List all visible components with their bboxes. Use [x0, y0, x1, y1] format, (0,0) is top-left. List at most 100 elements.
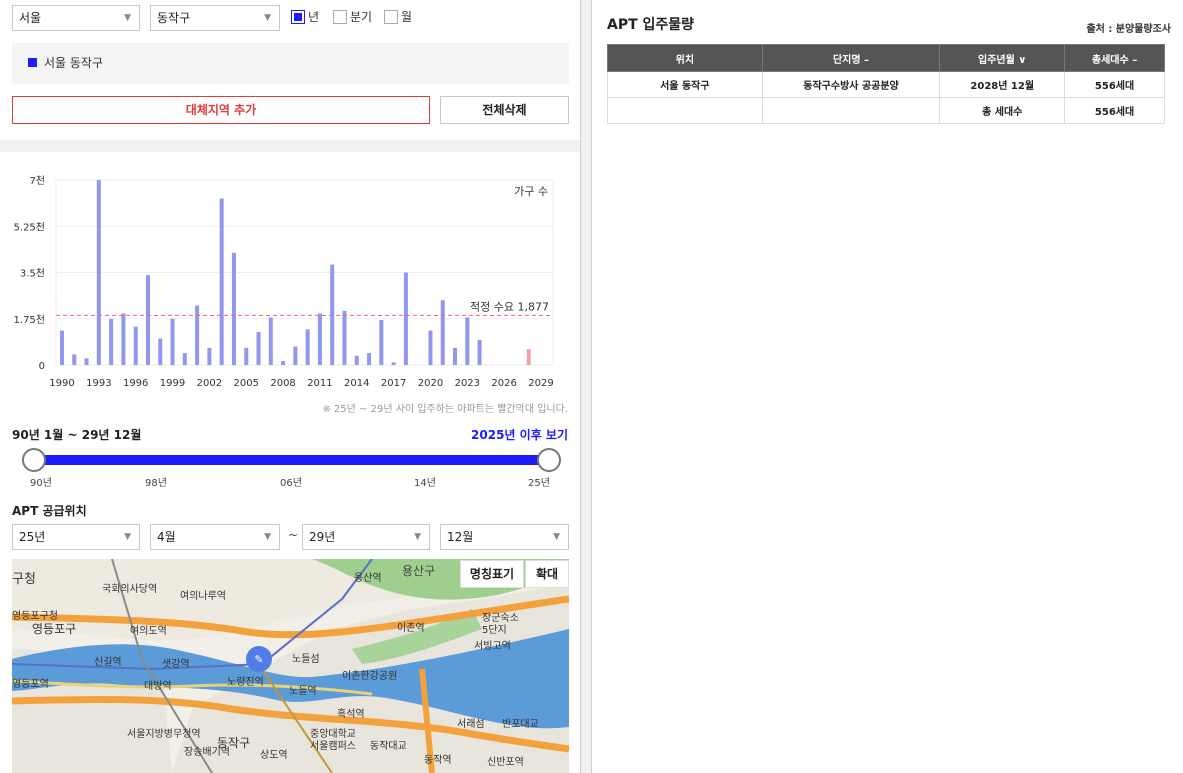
region-color-marker: [28, 58, 37, 67]
year-range-slider-track[interactable]: [34, 455, 549, 465]
bar-2012[interactable]: [330, 264, 335, 365]
to-year-select[interactable]: 29년 ▼: [302, 524, 430, 550]
bar-1990[interactable]: [60, 330, 64, 365]
cell-complex-name: 동작구수방사 공공분양: [761, 71, 941, 98]
bar-1992[interactable]: [84, 358, 89, 365]
map-label: 대방역: [144, 680, 172, 692]
from-year-select[interactable]: 25년 ▼: [12, 524, 140, 550]
total-value: 556세대: [1064, 97, 1165, 124]
slider-start-handle[interactable]: [22, 448, 46, 472]
total-label: 총 세대수: [939, 97, 1066, 124]
x-tick-label: 2023: [455, 378, 480, 389]
bar-2001[interactable]: [195, 305, 200, 365]
map-label: 반포대교: [502, 718, 539, 730]
bar-1991[interactable]: [72, 354, 77, 365]
x-axis-ticks: 1990 1993 1996 1999 2002 2005 2008 2011 2014 2017…: [49, 378, 553, 389]
range-tilde: ~: [288, 528, 299, 542]
column-location[interactable]: 위치: [607, 44, 763, 72]
checkbox-box[interactable]: [333, 10, 347, 24]
bar-2016[interactable]: [379, 320, 384, 365]
slider-tick: 90년: [30, 478, 52, 489]
bar-2002[interactable]: [207, 347, 212, 365]
map-label: 용산구: [402, 564, 435, 578]
household-bar-chart: 7천5.25천3.5천1.75천0 적정 수요 1,877 가구 수 1990 1…: [14, 175, 554, 389]
bar-2024[interactable]: [477, 339, 482, 365]
apt-supply-table: 위치 단지명 – 입주년월 ∨ 총세대수 – 서울 동작구 동작구수방사 공공분…: [607, 44, 1165, 124]
bar-2022[interactable]: [453, 347, 458, 365]
period-month-checkbox[interactable]: 월: [384, 9, 412, 25]
x-tick-label: 2005: [234, 378, 259, 389]
column-move-in-date[interactable]: 입주년월 ∨: [939, 44, 1066, 72]
bar-2021[interactable]: [440, 300, 445, 365]
district-select[interactable]: 동작구 ▼: [150, 5, 280, 31]
map-label: 신길역: [94, 655, 122, 668]
bar-1998[interactable]: [158, 338, 163, 365]
y-tick-label: 1.75천: [14, 314, 45, 326]
bar-1993[interactable]: [96, 180, 101, 365]
slider-tick: 98년: [145, 478, 167, 489]
svg-text:✎: ✎: [254, 653, 263, 666]
bar-2014[interactable]: [354, 355, 359, 365]
cell-move-in-date: 2028년 12월: [939, 71, 1066, 98]
map-label: 국회의사당역: [102, 583, 157, 595]
city-select[interactable]: 서울 ▼: [12, 5, 140, 31]
bar-2009[interactable]: [293, 346, 298, 366]
bar-2000[interactable]: [182, 353, 187, 365]
bar-2028[interactable]: [526, 349, 531, 365]
y-tick-label: 0: [39, 361, 45, 372]
map-label: 노들역: [289, 685, 317, 697]
bar-1996[interactable]: [133, 326, 138, 365]
bar-2007[interactable]: [268, 317, 273, 365]
apt-supply-title: APT 입주물량: [607, 17, 695, 33]
bar-2011[interactable]: [317, 313, 322, 365]
chevron-down-icon: ▼: [124, 13, 131, 23]
map-label: 동작대교: [370, 740, 407, 752]
from-year-value: 25년: [19, 530, 46, 544]
column-complex-name[interactable]: 단지명 –: [761, 44, 941, 72]
bar-2008[interactable]: [281, 361, 286, 365]
x-tick-label: 1990: [49, 378, 74, 389]
x-tick-label: 2029: [528, 378, 553, 389]
bar-1994[interactable]: [109, 318, 114, 365]
bar-2003[interactable]: [219, 198, 224, 366]
supply-map[interactable]: ✎ 구청 용산구 용산역 국회의사당역 여의나루역 여의도역 영등포구 영등포구…: [12, 559, 569, 773]
slider-end-handle[interactable]: [537, 448, 561, 472]
map-zoom-button[interactable]: 확대: [525, 560, 569, 588]
bar-2006[interactable]: [256, 331, 261, 365]
column-total-households[interactable]: 총세대수 –: [1064, 44, 1165, 72]
bar-1999[interactable]: [170, 318, 175, 365]
table-row[interactable]: 서울 동작구 동작구수방사 공공분양 2028년 12월 556세대: [607, 71, 1165, 98]
chevron-down-icon: ▼: [264, 532, 271, 542]
after-2025-link[interactable]: 2025년 이후 보기: [471, 426, 568, 443]
x-tick-label: 2017: [381, 378, 406, 389]
checkbox-box[interactable]: [384, 10, 398, 24]
bar-2004[interactable]: [231, 252, 236, 365]
period-quarter-checkbox[interactable]: 분기: [333, 9, 372, 25]
bar-1995[interactable]: [121, 313, 126, 365]
supply-location-title: APT 공급위치: [12, 504, 87, 518]
x-tick-label: 1993: [86, 378, 111, 389]
checkbox-box[interactable]: [291, 10, 305, 24]
bar-2017[interactable]: [391, 362, 396, 365]
add-region-button[interactable]: 대체지역 추가: [12, 96, 430, 124]
bar-2005[interactable]: [244, 347, 249, 365]
map-label: 중앙대학교: [310, 728, 356, 740]
to-month-select[interactable]: 12월 ▼: [440, 524, 569, 550]
bar-2010[interactable]: [305, 329, 310, 365]
bar-2013[interactable]: [342, 310, 347, 365]
period-year-checkbox[interactable]: 년: [291, 9, 319, 25]
map-canvas[interactable]: ✎ 구청 용산구 용산역 국회의사당역 여의나루역 여의도역 영등포구 영등포구…: [12, 559, 569, 773]
delete-all-button[interactable]: 전체삭제: [440, 96, 569, 124]
bar-2018[interactable]: [403, 272, 408, 366]
map-label: 서울캠퍼스: [310, 740, 356, 752]
bar-1997[interactable]: [145, 275, 150, 365]
section-divider: [0, 140, 580, 152]
from-month-select[interactable]: 4월 ▼: [150, 524, 280, 550]
bar-2020[interactable]: [428, 330, 433, 365]
cell-total-households: 556세대: [1064, 71, 1165, 98]
bar-2015[interactable]: [367, 353, 372, 365]
map-label: 노들섬: [292, 653, 320, 665]
map-names-button[interactable]: 명칭표기: [460, 560, 524, 588]
bar-2023[interactable]: [465, 317, 470, 365]
map-label: 흑석역: [337, 707, 365, 720]
